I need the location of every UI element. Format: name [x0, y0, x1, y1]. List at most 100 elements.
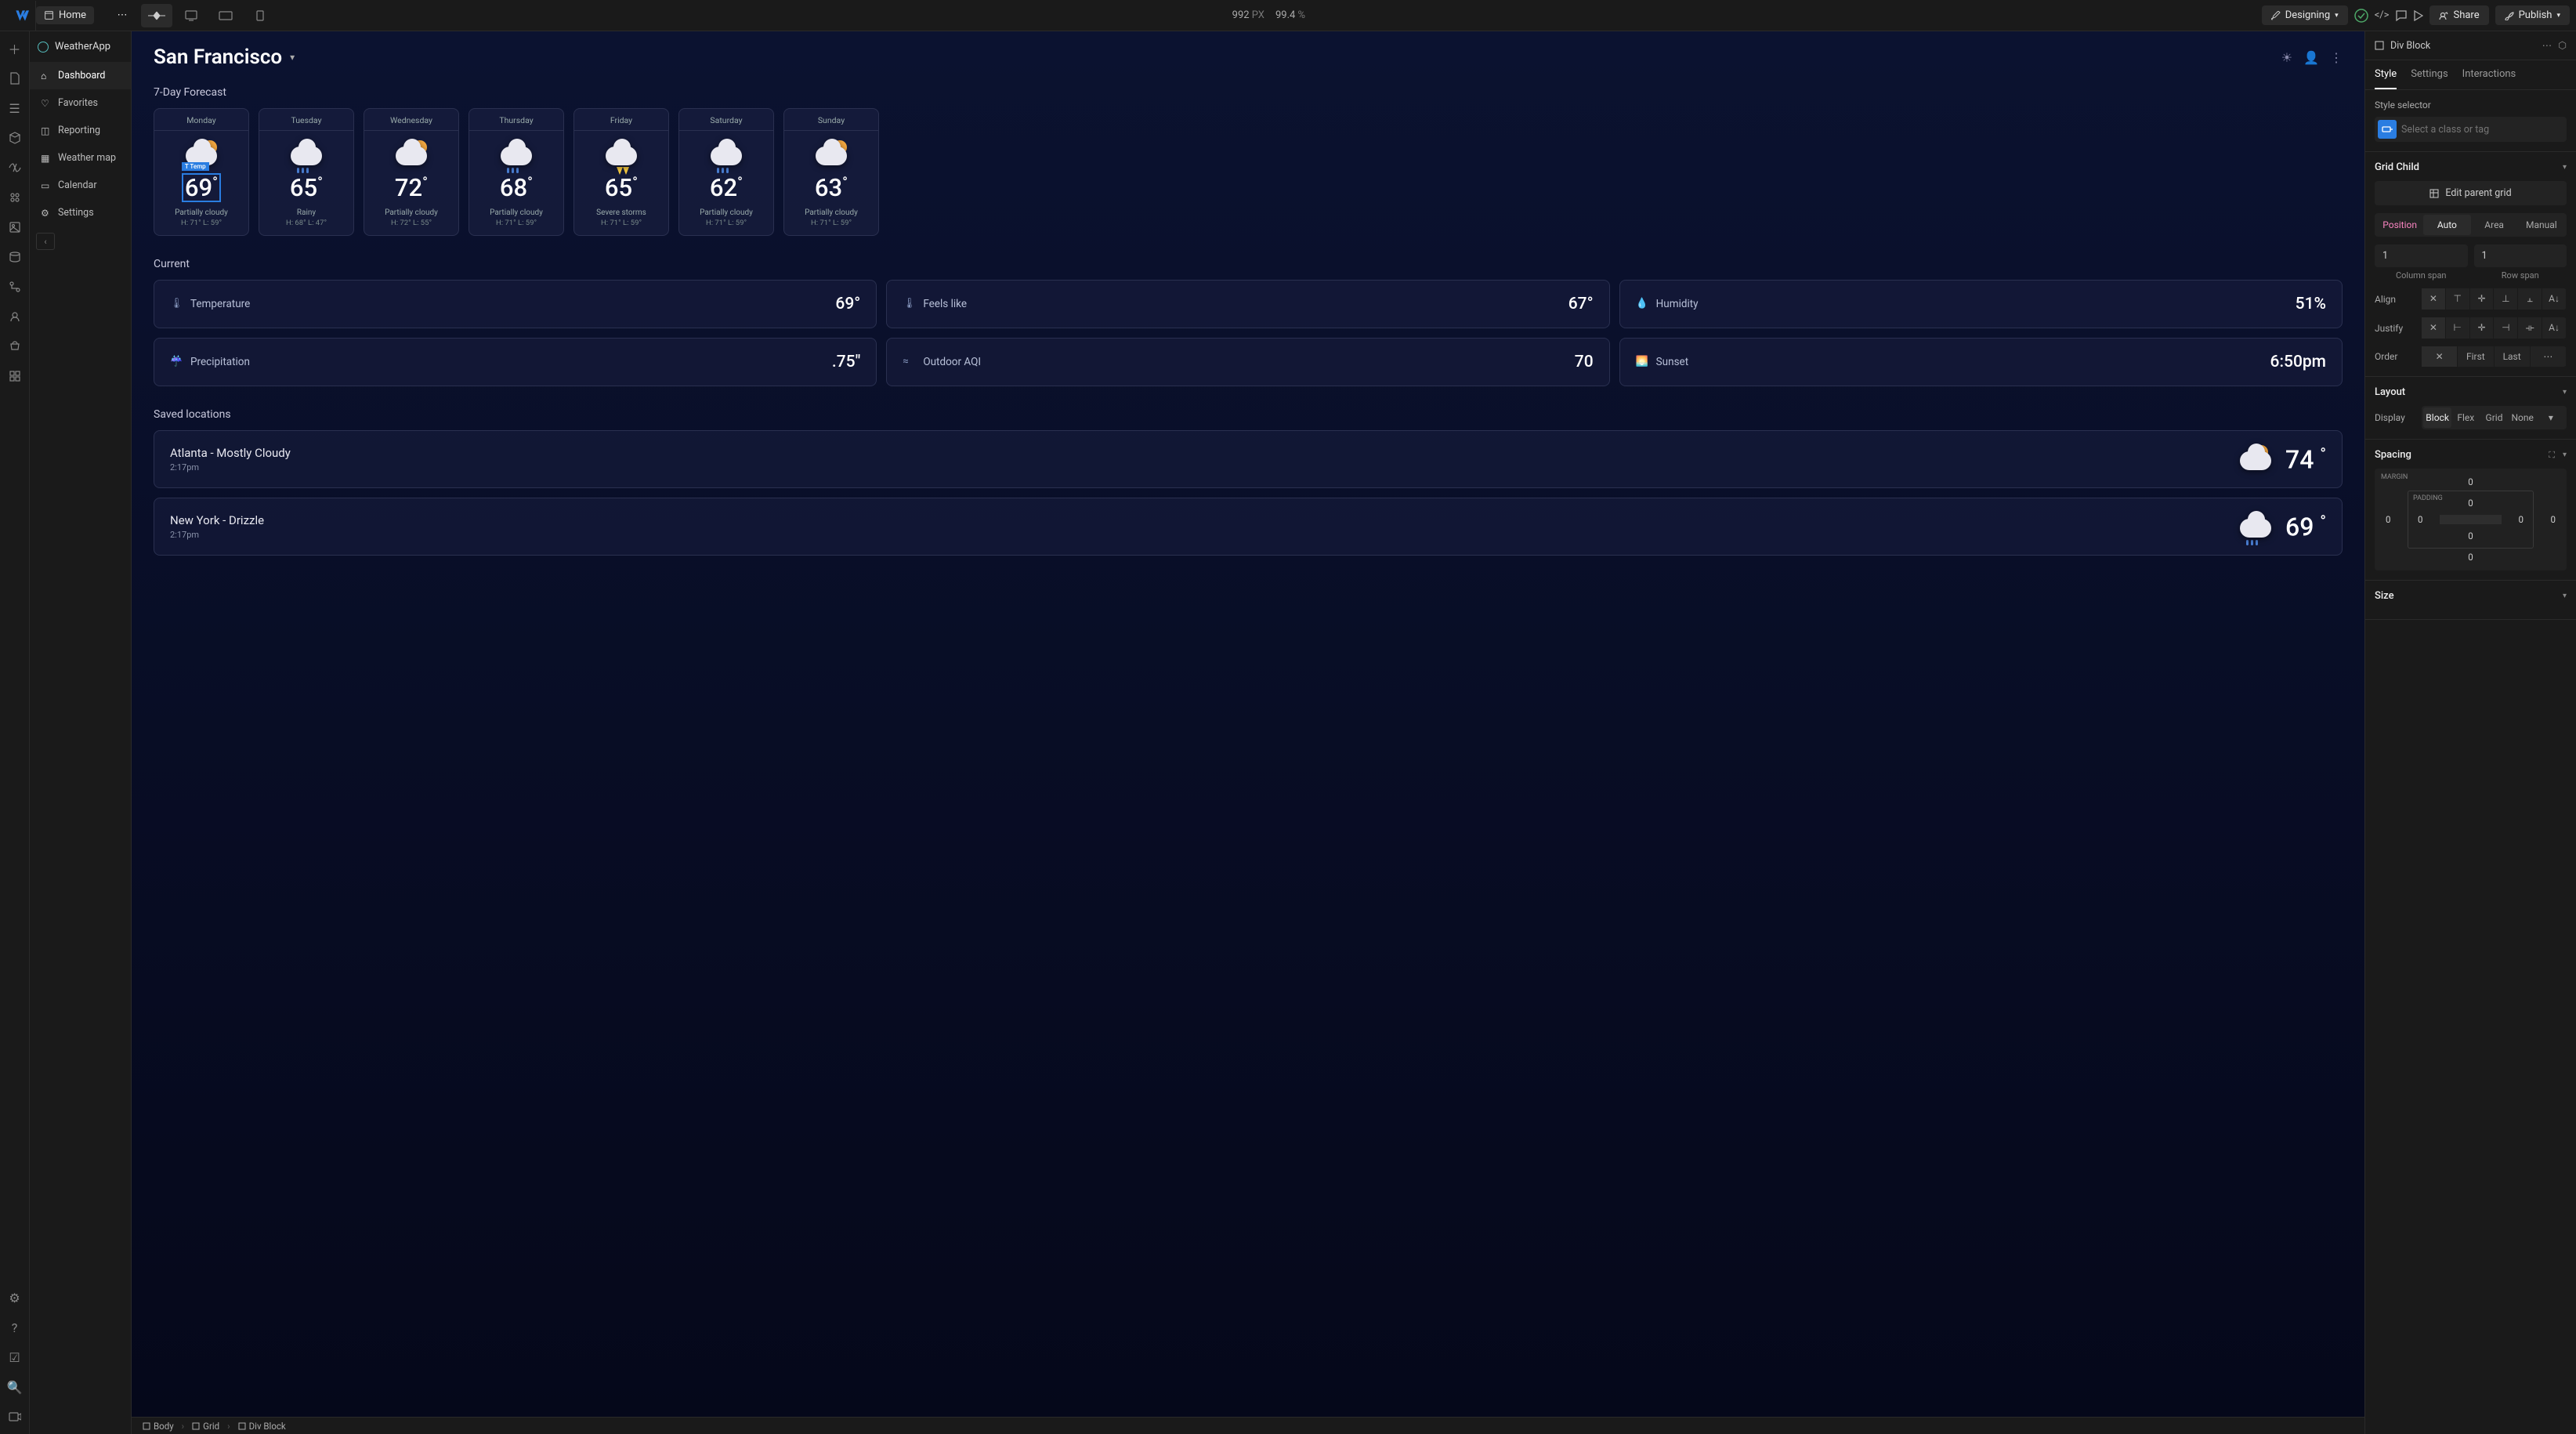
- display-flex[interactable]: Flex: [2451, 407, 2480, 428]
- forecast-day-card[interactable]: Friday 65° Severe storms H: 71° L: 59°: [573, 108, 669, 236]
- align-baseline[interactable]: A↓: [2542, 288, 2567, 310]
- align-reset[interactable]: ✕: [2422, 288, 2446, 310]
- logic-icon[interactable]: [7, 279, 23, 295]
- position-manual[interactable]: Manual: [2518, 215, 2565, 235]
- forecast-day-card[interactable]: Thursday 68° Partially cloudy H: 71° L: …: [469, 108, 564, 236]
- breadcrumb-div-block[interactable]: Div Block: [233, 1419, 291, 1433]
- spacing-editor[interactable]: MARGIN 0 0 0 0 PADDING 0 0 0 0: [2375, 469, 2567, 570]
- order-first[interactable]: First: [2458, 346, 2494, 367]
- justify-start[interactable]: ⊢: [2446, 317, 2470, 339]
- breakpoint-tablet-icon[interactable]: [210, 4, 241, 27]
- search-icon[interactable]: 🔍: [7, 1379, 23, 1395]
- cms-icon[interactable]: [7, 249, 23, 265]
- align-center[interactable]: ✛: [2470, 288, 2495, 310]
- forecast-day-card[interactable]: Wednesday 72° Partially cloudy H: 72° L:…: [364, 108, 459, 236]
- sidebar-item-calendar[interactable]: ▭Calendar: [30, 172, 131, 199]
- order-last[interactable]: Last: [2495, 346, 2531, 367]
- saved-location-card[interactable]: Atlanta - Mostly Cloudy 2:17pm 74 °: [154, 430, 2343, 488]
- align-stretch[interactable]: ⫠: [2518, 288, 2542, 310]
- spacing-expand-icon[interactable]: ⛶: [2549, 450, 2555, 461]
- sidebar-item-weather-map[interactable]: ▦Weather map: [30, 144, 131, 172]
- sun-icon[interactable]: ☀: [2281, 50, 2292, 65]
- webflow-logo[interactable]: [6, 1, 36, 31]
- display-block[interactable]: Block: [2423, 407, 2451, 428]
- cube-icon[interactable]: ⬡: [2558, 39, 2567, 52]
- tab-settings[interactable]: Settings: [2411, 60, 2448, 89]
- settings-icon[interactable]: ⚙: [7, 1290, 23, 1305]
- spacing-heading[interactable]: Spacing⛶▾: [2375, 449, 2567, 461]
- add-icon[interactable]: ＋: [7, 41, 23, 56]
- forecast-day-card[interactable]: Monday T Temp69° Partially cloudy H: 71°…: [154, 108, 249, 236]
- current-metric-card[interactable]: 🌅 Sunset 6:50pm: [1619, 338, 2343, 386]
- variables-icon[interactable]: [7, 160, 23, 176]
- row-span-input[interactable]: 1: [2474, 244, 2567, 267]
- audit-icon[interactable]: ☑: [7, 1349, 23, 1365]
- display-none[interactable]: None: [2509, 407, 2537, 428]
- design-canvas[interactable]: San Francisco ▾ ☀ 👤 ⋮ 7-Day Forecast Mon…: [132, 31, 2364, 1434]
- assets-icon[interactable]: [7, 219, 23, 235]
- current-metric-card[interactable]: 💧 Humidity 51%: [1619, 280, 2343, 328]
- pages-icon[interactable]: [7, 71, 23, 86]
- order-reset[interactable]: ✕: [2422, 346, 2458, 367]
- margin-bottom[interactable]: 0: [2468, 552, 2473, 563]
- margin-left[interactable]: 0: [2386, 514, 2390, 525]
- padding-left[interactable]: 0: [2418, 514, 2422, 525]
- more-icon[interactable]: ⋯: [2542, 39, 2552, 52]
- sidebar-item-settings[interactable]: ⚙Settings: [30, 199, 131, 226]
- current-metric-card[interactable]: ≈ Outdoor AQI 70: [886, 338, 1609, 386]
- help-icon[interactable]: ?: [7, 1320, 23, 1335]
- padding-bottom[interactable]: 0: [2468, 531, 2473, 541]
- class-selector-input[interactable]: [2375, 117, 2567, 142]
- layout-heading[interactable]: Layout▾: [2375, 386, 2567, 398]
- ecommerce-icon[interactable]: [7, 339, 23, 354]
- comment-icon[interactable]: [2395, 9, 2408, 22]
- padding-right[interactable]: 0: [2519, 514, 2524, 525]
- selector-text-input[interactable]: [2401, 124, 2563, 136]
- components-icon[interactable]: [7, 130, 23, 146]
- sidebar-item-favorites[interactable]: ♡Favorites: [30, 89, 131, 117]
- styles-icon[interactable]: [7, 190, 23, 205]
- saved-location-card[interactable]: New York - Drizzle 2:17pm 69 °: [154, 498, 2343, 556]
- position-auto[interactable]: Auto: [2423, 215, 2470, 235]
- navigator-icon[interactable]: ☰: [7, 100, 23, 116]
- order-more[interactable]: ⋯: [2531, 346, 2567, 367]
- margin-top[interactable]: 0: [2468, 476, 2473, 487]
- size-heading[interactable]: Size▾: [2375, 590, 2567, 602]
- column-span-input[interactable]: 1: [2375, 244, 2468, 267]
- position-area[interactable]: Area: [2471, 215, 2518, 235]
- justify-baseline[interactable]: A↓: [2542, 317, 2567, 339]
- sidebar-item-reporting[interactable]: ◫Reporting: [30, 117, 131, 144]
- more-icon[interactable]: ⋮: [2330, 50, 2343, 65]
- display-more[interactable]: ▾: [2537, 407, 2565, 428]
- location-title[interactable]: San Francisco: [154, 45, 282, 69]
- apps-icon[interactable]: [7, 368, 23, 384]
- mode-dropdown[interactable]: Designing ▾: [2262, 5, 2348, 25]
- current-metric-card[interactable]: 🌡 Temperature 69°: [154, 280, 877, 328]
- display-grid[interactable]: Grid: [2480, 407, 2508, 428]
- forecast-day-card[interactable]: Sunday 63° Partially cloudy H: 71° L: 59…: [783, 108, 879, 236]
- justify-end[interactable]: ⊣: [2494, 317, 2518, 339]
- align-start[interactable]: ⊤: [2446, 288, 2470, 310]
- breakpoint-base-icon[interactable]: [141, 4, 172, 27]
- canvas-width[interactable]: 992: [1232, 9, 1250, 21]
- margin-right[interactable]: 0: [2551, 514, 2556, 525]
- edit-parent-grid-button[interactable]: Edit parent grid: [2375, 181, 2567, 205]
- grid-child-heading[interactable]: Grid Child▾: [2375, 161, 2567, 173]
- breadcrumb-grid[interactable]: Grid: [187, 1419, 224, 1433]
- current-metric-card[interactable]: ☔ Precipitation .75": [154, 338, 877, 386]
- forecast-day-card[interactable]: Saturday 62° Partially cloudy H: 71° L: …: [678, 108, 774, 236]
- share-button[interactable]: Share: [2429, 5, 2488, 25]
- code-icon[interactable]: </>: [2375, 9, 2390, 21]
- justify-center[interactable]: ✛: [2470, 317, 2495, 339]
- justify-stretch[interactable]: ⟛: [2518, 317, 2542, 339]
- tab-style[interactable]: Style: [2375, 60, 2397, 89]
- tab-interactions[interactable]: Interactions: [2462, 60, 2516, 89]
- current-metric-card[interactable]: 🌡 Feels like 67°: [886, 280, 1609, 328]
- sidebar-item-dashboard[interactable]: ⌂Dashboard: [30, 62, 131, 89]
- breakpoint-desktop-icon[interactable]: [175, 4, 207, 27]
- users-icon[interactable]: [7, 309, 23, 324]
- user-icon[interactable]: 👤: [2303, 50, 2319, 65]
- zoom-value[interactable]: 99.4: [1275, 9, 1295, 21]
- chevron-down-icon[interactable]: ▾: [290, 52, 295, 63]
- align-end[interactable]: ⊥: [2494, 288, 2518, 310]
